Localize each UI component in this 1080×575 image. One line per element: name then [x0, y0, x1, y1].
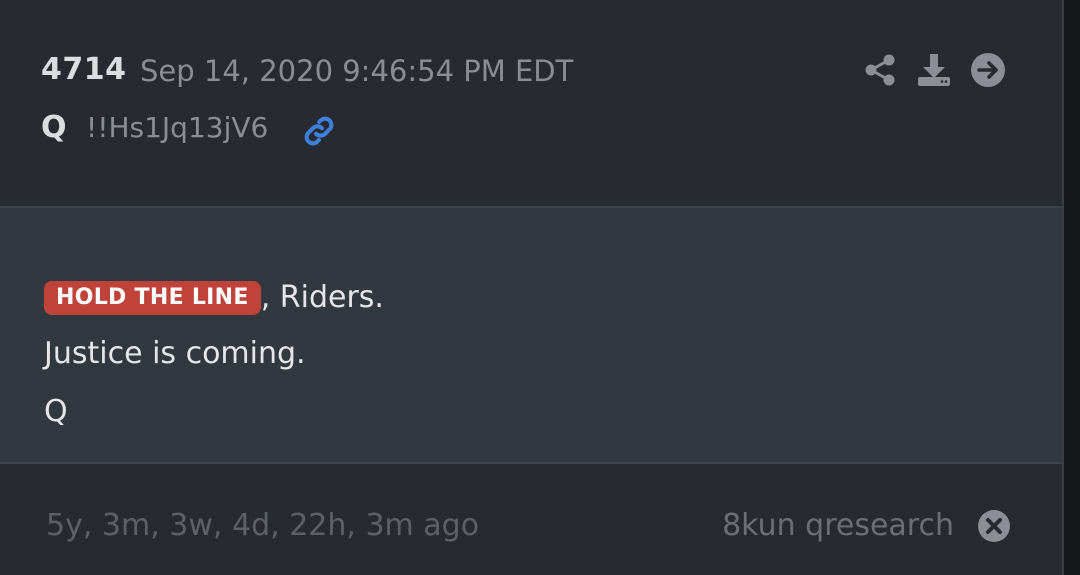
author-name: Q: [41, 110, 67, 145]
tripcode[interactable]: !!Hs1Jq13jV6: [86, 111, 268, 144]
arrow-right-circle-icon[interactable]: [968, 50, 1008, 90]
close-icon[interactable]: [976, 508, 1012, 544]
post-card: 4714 Sep 14, 2020 9:46:54 PM EDT Q !!Hs1…: [0, 0, 1064, 575]
message-line-1-text: , Riders.: [260, 280, 384, 315]
link-icon[interactable]: [300, 112, 338, 150]
hashtag-badge[interactable]: HOLD THE LINE: [44, 281, 261, 315]
post-header: 4714 Sep 14, 2020 9:46:54 PM EDT Q !!Hs1…: [0, 0, 1062, 206]
message-signature: Q: [44, 394, 68, 429]
post-timestamp: Sep 14, 2020 9:46:54 PM EDT: [140, 54, 574, 88]
post-footer: 5y, 3m, 3w, 4d, 22h, 3m ago 8kun qresear…: [0, 464, 1062, 575]
post-age: 5y, 3m, 3w, 4d, 22h, 3m ago: [46, 508, 480, 543]
message-line-2: Justice is coming.: [44, 336, 306, 371]
post-body: HOLD THE LINE, Riders. Justice is coming…: [0, 206, 1062, 464]
message-line-1: HOLD THE LINE, Riders.: [44, 280, 384, 315]
post-number: 4714: [41, 52, 127, 87]
download-icon[interactable]: [914, 50, 954, 90]
share-icon[interactable]: [860, 50, 900, 90]
post-source[interactable]: 8kun qresearch: [722, 508, 954, 543]
